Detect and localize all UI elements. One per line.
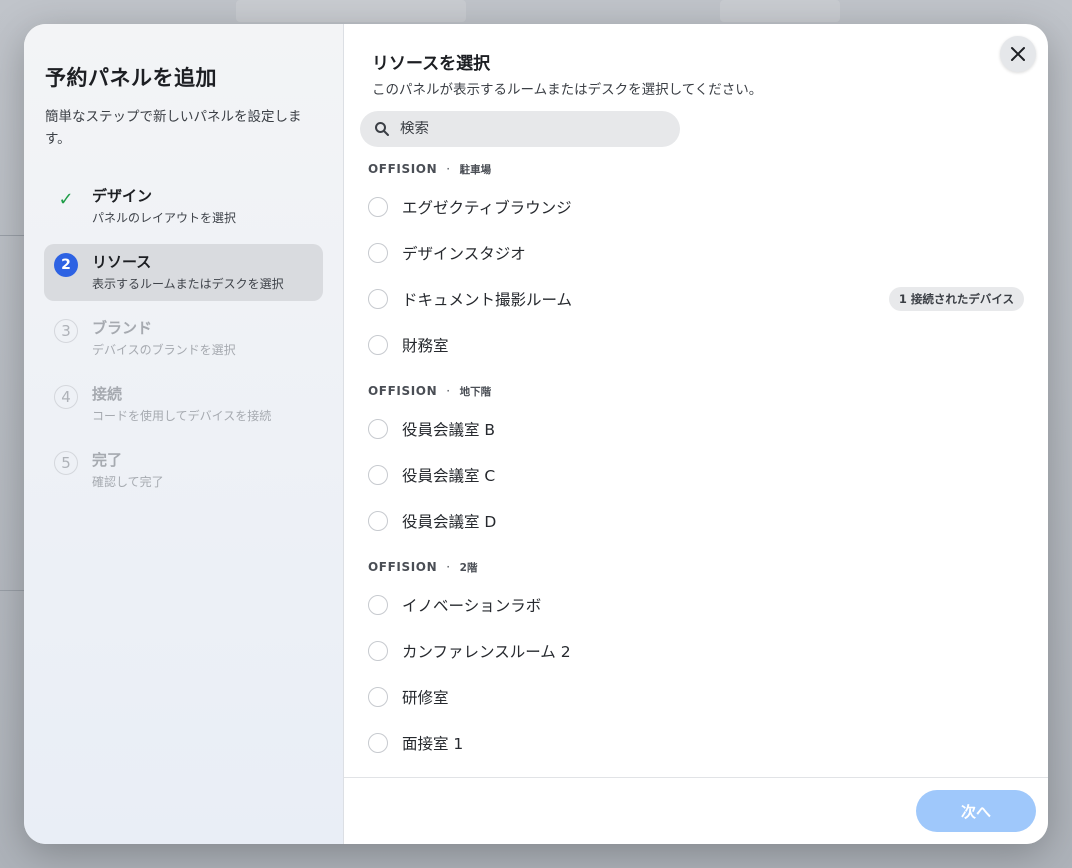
floor-name: 地下階 xyxy=(459,385,492,398)
step-title: 完了 xyxy=(92,451,123,469)
resource-label: 研修室 xyxy=(402,689,449,707)
resource-label: 面接室 1 xyxy=(402,735,464,753)
building-name: OFFISION xyxy=(368,384,438,398)
radio-button[interactable] xyxy=(368,419,388,439)
resource-item[interactable]: カンファレンスルーム 2 xyxy=(344,628,1048,674)
close-button[interactable] xyxy=(1000,36,1036,72)
separator: · xyxy=(446,162,451,176)
floor-name: 2階 xyxy=(459,561,478,574)
floor-name: 駐車場 xyxy=(459,163,492,176)
next-button[interactable]: 次へ xyxy=(916,790,1036,832)
connected-devices-badge: 1 接続されたデバイス xyxy=(888,287,1024,311)
search-box[interactable] xyxy=(360,111,680,147)
resource-label: 役員会議室 D xyxy=(402,513,497,531)
step-number: 4 xyxy=(54,385,78,409)
dialog-footer: 次へ xyxy=(344,777,1048,844)
radio-button[interactable] xyxy=(368,595,388,615)
resource-group: OFFISION · 駐車場 エグゼクティブラウンジ デザインスタジオ ドキュメ… xyxy=(344,154,1048,368)
resource-label: イノベーションラボ xyxy=(402,597,542,615)
resource-item[interactable]: ドキュメント撮影ルーム 1 接続されたデバイス xyxy=(344,276,1048,322)
radio-button[interactable] xyxy=(368,289,388,309)
resource-label: 役員会議室 C xyxy=(402,467,496,485)
resource-selection-pane: リソースを選択 このパネルが表示するルームまたはデスクを選択してください。 OF… xyxy=(344,24,1048,844)
step-connect: 4 接続 コードを使用してデバイスを接続 xyxy=(44,376,323,433)
resource-item[interactable]: エグゼクティブラウンジ xyxy=(344,184,1048,230)
step-desc: 表示するルームまたはデスクを選択 xyxy=(92,277,284,291)
dialog-subtitle: 簡単なステップで新しいパネルを設定します。 xyxy=(45,109,302,147)
resource-label: ドキュメント撮影ルーム xyxy=(402,291,573,309)
separator: · xyxy=(446,560,451,574)
radio-button[interactable] xyxy=(368,641,388,661)
step-number: 5 xyxy=(54,451,78,475)
resource-item[interactable]: イノベーションラボ xyxy=(344,582,1048,628)
step-title: リソース xyxy=(92,253,152,271)
search-icon xyxy=(375,122,389,136)
wizard-steps: ✓ デザイン パネルのレイアウトを選択 2 リソース 表示するルームまたはデスク… xyxy=(44,178,323,499)
add-panel-dialog: 予約パネルを追加 簡単なステップで新しいパネルを設定します。 ✓ デザイン パネ… xyxy=(24,24,1048,844)
radio-button[interactable] xyxy=(368,465,388,485)
resource-item[interactable]: 面接室 1 xyxy=(344,720,1048,766)
backdrop-tab xyxy=(720,0,840,22)
wizard-sidebar: 予約パネルを追加 簡単なステップで新しいパネルを設定します。 ✓ デザイン パネ… xyxy=(24,24,344,844)
step-brand: 3 ブランド デバイスのブランドを選択 xyxy=(44,310,323,367)
step-title: 接続 xyxy=(92,385,123,403)
step-number: 2 xyxy=(54,253,78,277)
step-desc: パネルのレイアウトを選択 xyxy=(92,211,237,225)
resource-group: OFFISION · 地下階 役員会議室 B 役員会議室 C 役員会議室 D xyxy=(344,376,1048,544)
radio-button[interactable] xyxy=(368,197,388,217)
resource-item[interactable]: 研修室 xyxy=(344,674,1048,720)
step-desc: 確認して完了 xyxy=(92,475,164,489)
resource-label: 役員会議室 B xyxy=(402,421,496,439)
resource-list[interactable]: OFFISION · 駐車場 エグゼクティブラウンジ デザインスタジオ ドキュメ… xyxy=(344,154,1048,777)
close-icon xyxy=(1011,47,1025,61)
resource-label: エグゼクティブラウンジ xyxy=(402,199,572,217)
radio-button[interactable] xyxy=(368,243,388,263)
resource-item[interactable]: 役員会議室 D xyxy=(344,498,1048,544)
resource-label: カンファレンスルーム 2 xyxy=(402,643,571,661)
resource-item[interactable]: 財務室 xyxy=(344,322,1048,368)
search-input[interactable] xyxy=(400,121,660,137)
resource-item[interactable]: デザインスタジオ xyxy=(344,230,1048,276)
resource-group: OFFISION · 2階 イノベーションラボ カンファレンスルーム 2 研修室 xyxy=(344,552,1048,777)
step-desc: デバイスのブランドを選択 xyxy=(92,343,236,357)
step-title: ブランド xyxy=(92,319,153,337)
group-header: OFFISION · 駐車場 xyxy=(344,154,1048,184)
pane-title: リソースを選択 xyxy=(372,54,491,74)
building-name: OFFISION xyxy=(368,560,438,574)
resource-item[interactable]: 役員会議室 C xyxy=(344,452,1048,498)
radio-button[interactable] xyxy=(368,335,388,355)
step-desc: コードを使用してデバイスを接続 xyxy=(92,409,272,423)
step-number: 3 xyxy=(54,319,78,343)
step-resource[interactable]: 2 リソース 表示するルームまたはデスクを選択 xyxy=(44,244,323,301)
group-header: OFFISION · 地下階 xyxy=(344,376,1048,406)
resource-item[interactable]: 役員会議室 B xyxy=(344,406,1048,452)
step-complete: 5 完了 確認して完了 xyxy=(44,442,323,499)
building-name: OFFISION xyxy=(368,162,438,176)
dialog-title: 予約パネルを追加 xyxy=(45,66,217,90)
radio-button[interactable] xyxy=(368,511,388,531)
step-title: デザイン xyxy=(92,187,153,205)
resource-item[interactable] xyxy=(344,766,1048,777)
step-design[interactable]: ✓ デザイン パネルのレイアウトを選択 xyxy=(44,178,323,235)
checkmark-icon: ✓ xyxy=(58,188,74,210)
pane-subtitle: このパネルが表示するルームまたはデスクを選択してください。 xyxy=(372,82,763,98)
backdrop-tab xyxy=(236,0,466,22)
radio-button[interactable] xyxy=(368,687,388,707)
radio-button[interactable] xyxy=(368,733,388,753)
separator: · xyxy=(446,384,451,398)
resource-label: デザインスタジオ xyxy=(402,245,526,263)
group-header: OFFISION · 2階 xyxy=(344,552,1048,582)
resource-label: 財務室 xyxy=(402,337,449,355)
